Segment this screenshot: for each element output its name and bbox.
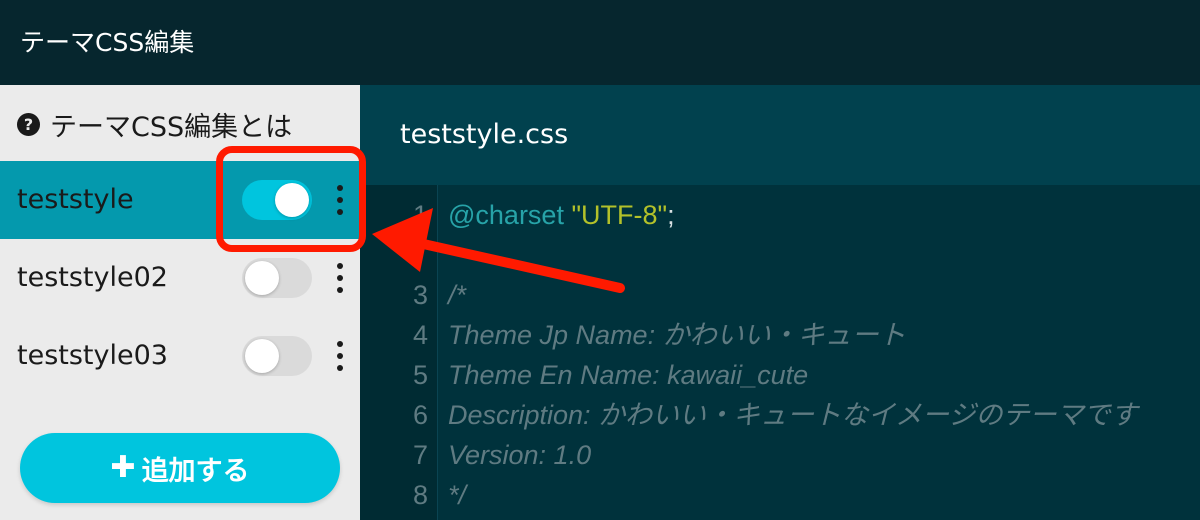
code-text: Description: かわいい・キュートなイメージのテーマです [448,395,1138,435]
code-token: /* [448,280,467,310]
highlight-box [216,146,366,252]
question-circle-icon: ? [17,112,40,136]
plus-icon: ✚ [110,450,136,485]
line-number: 6 [412,400,428,430]
help-link[interactable]: ? テーマCSS編集とは [17,107,293,143]
code-token: Description: かわいい・キュートなイメージのテーマです [448,400,1138,430]
code-text: Version: 1.0 [448,435,591,475]
line-number: 8 [412,480,428,510]
code-text: Theme En Name: kawaii_cute [448,355,808,395]
code-token: */ [448,480,467,510]
line-number: 7 [412,440,428,470]
style-toggle[interactable] [242,336,312,376]
style-name: teststyle [17,184,134,215]
style-name: teststyle02 [17,262,168,293]
code-line: 1 @charset "UTF-8"; [360,195,1200,235]
code-line: 5 Theme En Name: kawaii_cute [360,355,1200,395]
style-toggle[interactable] [242,258,312,298]
line-number: 4 [412,320,428,350]
code-text: @charset "UTF-8"; [448,195,675,235]
code-line: 8 */ [360,475,1200,515]
code-token: @charset [448,200,564,230]
code-text: */ [448,475,466,515]
code-token: ; [667,200,675,230]
file-name: teststyle.css [400,119,569,150]
code-text: Theme Jp Name: かわいい・キュート [448,315,906,355]
add-style-button[interactable]: ✚ 追加する [20,433,340,503]
style-name: teststyle03 [17,340,168,371]
editor-header: teststyle.css [360,85,1200,185]
code-line: 3 /* [360,275,1200,315]
app-header: テーマCSS編集 [0,0,1200,85]
code-line: 6 Description: かわいい・キュートなイメージのテーマです [360,395,1200,435]
line-number: 1 [412,200,428,230]
help-link-label: テーマCSS編集とは [50,111,293,143]
add-style-label: 追加する [141,455,250,487]
code-line: 4 Theme Jp Name: かわいい・キュート [360,315,1200,355]
code-token: Theme Jp Name: かわいい・キュート [448,320,906,350]
toggle-knob [245,261,279,295]
page-title: テーマCSS編集 [20,28,195,57]
line-number: 3 [412,280,428,310]
code-token: Version: 1.0 [448,440,592,470]
code-text: /* [448,275,466,315]
code-editor[interactable]: 1 @charset "UTF-8"; 3 /* 4 Theme Jp Name: かわい… [360,185,1200,520]
line-number: 5 [412,360,428,390]
style-list-item[interactable]: teststyle03 [0,317,360,395]
more-vertical-icon[interactable] [332,341,348,371]
toggle-knob [245,339,279,373]
more-vertical-icon[interactable] [332,263,348,293]
code-token: Theme En Name: kawaii_cute [448,360,809,390]
code-token: "UTF-8" [571,200,668,230]
code-line: 7 Version: 1.0 [360,435,1200,475]
